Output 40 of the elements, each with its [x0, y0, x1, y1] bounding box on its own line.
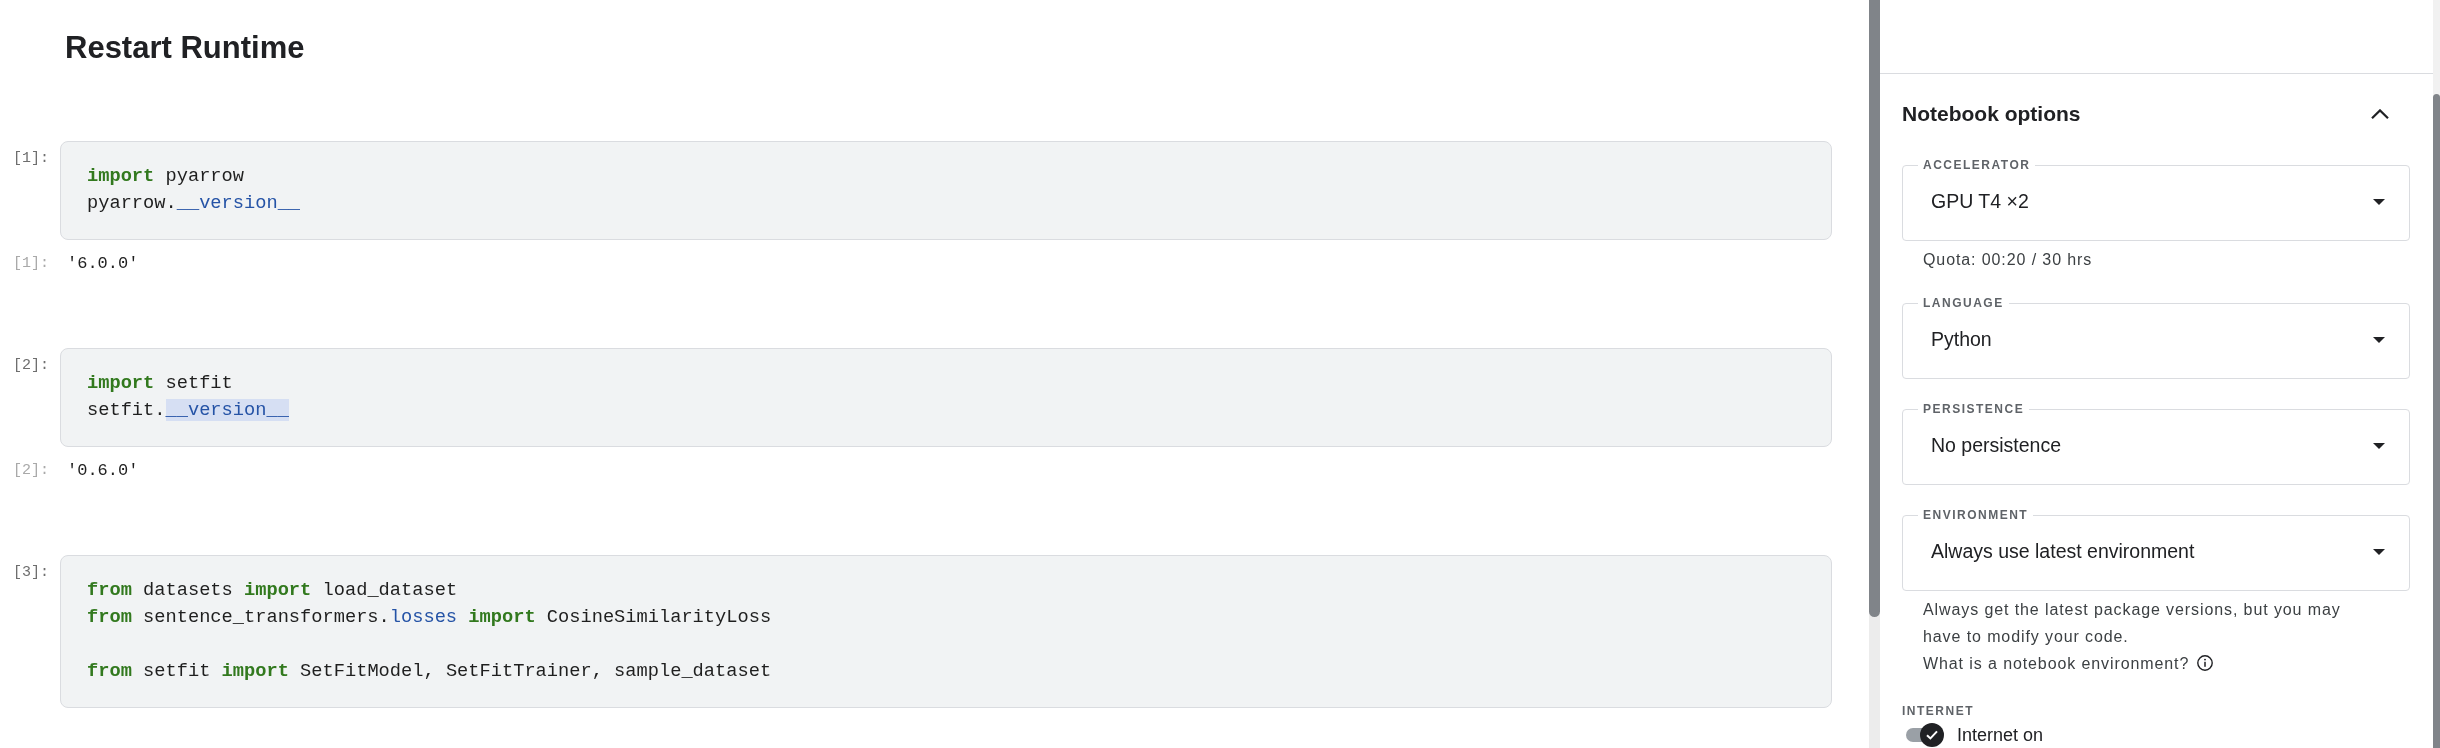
- check-icon: [1926, 730, 1938, 740]
- dropdown-select[interactable]: ACCELERATOR GPU T4 ×2: [1902, 158, 2410, 241]
- hint-text: Quota: 00:20 / 30 hrs: [1923, 251, 2093, 268]
- chevron-up-icon[interactable]: [2371, 109, 2389, 119]
- scrollbar-thumb[interactable]: [1869, 0, 1880, 617]
- dropdown-select[interactable]: LANGUAGE Python: [1902, 296, 2410, 379]
- toggle-label: Internet on: [1957, 724, 2044, 747]
- info-icon[interactable]: [2197, 655, 2214, 671]
- code-line: import pyarrow: [87, 164, 244, 189]
- output-text: '0.6.0': [66, 460, 139, 482]
- code-cell[interactable]: from datasets import load_dataset from sentence_transformers.losses import CosineSimilarityLoss from setfit import SetFitModel, SetFitTrainer, sample_dataset: [60, 555, 1832, 708]
- section-label: INTERNET: [1902, 703, 1974, 719]
- code-line: from sentence_transformers.losses import CosineSimilarityLoss: [87, 605, 772, 630]
- code-line: pyarrow.__version__: [87, 191, 301, 216]
- caret-down-icon: [2373, 443, 2385, 449]
- code-cell[interactable]: import pyarrow pyarrow.__version__: [60, 141, 1832, 240]
- code-line: import setfit: [87, 371, 233, 396]
- field-label: PERSISTENCE: [1922, 402, 2026, 416]
- caret-down-icon: [2373, 199, 2385, 205]
- help-link[interactable]: What is a notebook environment?: [1923, 655, 2214, 672]
- cell-prompt: [3]:: [13, 563, 49, 583]
- cell-prompt: [1]:: [13, 149, 49, 169]
- section-title: Notebook options: [1902, 101, 2081, 127]
- cell-prompt: [2]:: [13, 356, 49, 376]
- caret-down-icon: [2373, 337, 2385, 343]
- output-prompt: [1]:: [13, 254, 49, 274]
- dropdown-select[interactable]: PERSISTENCE No persistence: [1902, 402, 2410, 485]
- field-label: LANGUAGE: [1922, 296, 2005, 310]
- code-line: from setfit import SetFitModel, SetFitTrainer, sample_dataset: [87, 659, 772, 684]
- hint-text: Always get the latest package versions, but you may have to modify your code.: [1923, 601, 2341, 645]
- caret-down-icon: [2373, 549, 2385, 555]
- field-label: ENVIRONMENT: [1922, 508, 2030, 522]
- heading: Restart Runtime: [65, 29, 305, 67]
- code-line: from datasets import load_dataset: [87, 578, 458, 603]
- field-label: ACCELERATOR: [1922, 158, 2032, 172]
- output-text: '6.0.0': [66, 253, 139, 275]
- output-prompt: [2]:: [13, 461, 49, 481]
- code-line: setfit.__version__: [87, 398, 289, 423]
- dropdown-select[interactable]: ENVIRONMENT Always use latest environment: [1902, 508, 2410, 591]
- code-cell[interactable]: import setfit setfit.__version__: [60, 348, 1832, 447]
